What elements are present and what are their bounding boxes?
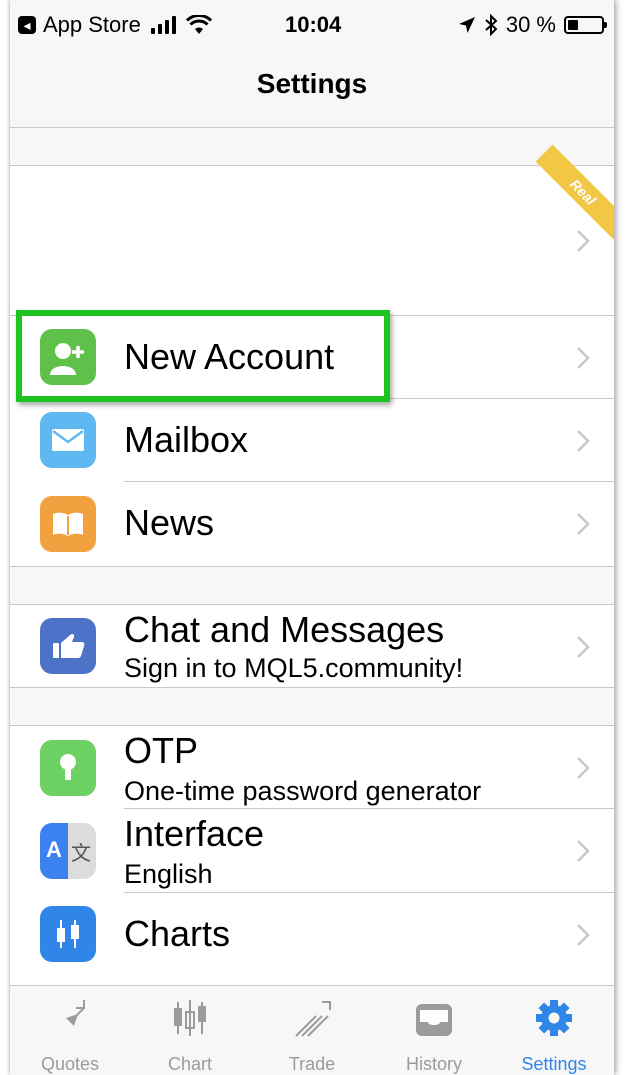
- charts-label: Charts: [124, 913, 231, 954]
- settings-group-tools: OTP One-time password generator A 文 Inte…: [10, 725, 614, 986]
- quotes-arrows-icon: [56, 1000, 85, 1036]
- chevron-right-icon: [577, 230, 590, 252]
- wifi-icon: [185, 15, 212, 34]
- gear-icon: [536, 1000, 572, 1036]
- otp-row[interactable]: OTP One-time password generator: [10, 726, 614, 809]
- settings-group-community: Chat and Messages Sign in to MQL5.commun…: [10, 604, 614, 688]
- status-time: 10:04: [285, 12, 342, 37]
- chat-messages-subtitle: Sign in to MQL5.community!: [124, 653, 464, 683]
- chevron-right-icon: [577, 757, 590, 779]
- news-row[interactable]: News: [10, 482, 614, 566]
- language-icon: A 文: [40, 823, 96, 879]
- mailbox-row[interactable]: Mailbox: [10, 399, 614, 482]
- otp-label: OTP: [124, 730, 199, 771]
- chevron-right-icon: [577, 430, 590, 452]
- tab-bar: Quotes Chart Trade History Settings: [10, 985, 614, 1075]
- mailbox-label: Mailbox: [124, 419, 249, 460]
- cellular-signal-icon: [150, 16, 176, 34]
- tab-chart-label: Chart: [167, 1054, 212, 1074]
- page-title: Settings: [256, 68, 368, 99]
- bluetooth-icon: [485, 14, 498, 36]
- tab-chart[interactable]: Chart: [130, 986, 250, 1075]
- tab-quotes-label: Quotes: [40, 1054, 100, 1074]
- real-account-badge: Real: [535, 144, 614, 240]
- back-to-app[interactable]: ◂ App Store: [18, 12, 212, 38]
- new-account-highlight: [16, 310, 390, 402]
- interface-row[interactable]: A 文 Interface English: [10, 809, 614, 893]
- candlestick-icon: [40, 906, 96, 962]
- interface-subtitle: English: [124, 859, 213, 889]
- chat-messages-label: Chat and Messages: [124, 609, 445, 650]
- tab-trade[interactable]: Trade: [252, 986, 372, 1075]
- location-arrow-icon: [458, 17, 475, 33]
- mail-icon: [40, 412, 96, 468]
- book-icon: [40, 496, 96, 552]
- battery-icon: [564, 16, 607, 34]
- chevron-right-icon: [577, 924, 590, 946]
- chevron-right-icon: [577, 636, 590, 658]
- chevron-right-icon: [577, 347, 590, 369]
- candlestick-tab-icon: [174, 1000, 206, 1036]
- tab-settings-label: Settings: [521, 1054, 587, 1074]
- account-row[interactable]: Real: [10, 144, 614, 316]
- status-right: 30 %: [458, 12, 607, 38]
- tab-trade-label: Trade: [288, 1054, 336, 1074]
- tab-history[interactable]: History: [374, 986, 494, 1075]
- charts-row[interactable]: Charts: [10, 893, 614, 976]
- otp-subtitle: One-time password generator: [124, 776, 482, 806]
- thumbs-up-icon: [40, 618, 96, 674]
- chevron-right-icon: [577, 513, 590, 535]
- back-app-label: App Store: [43, 12, 141, 37]
- nav-divider: [10, 127, 614, 128]
- tab-quotes[interactable]: Quotes: [10, 986, 130, 1075]
- chat-messages-row[interactable]: Chat and Messages Sign in to MQL5.commun…: [10, 605, 614, 687]
- battery-percent: 30 %: [505, 12, 556, 37]
- inbox-tray-icon: [416, 1004, 452, 1036]
- key-icon: [40, 740, 96, 796]
- chevron-right-icon: [577, 840, 590, 862]
- trade-trend-icon: [295, 1001, 331, 1037]
- interface-label: Interface: [124, 813, 265, 854]
- status-bar: ◂ App Store 10:04 30 %: [10, 0, 614, 52]
- tab-history-label: History: [405, 1054, 462, 1074]
- news-label: News: [124, 502, 215, 543]
- back-arrow-icon: ◂: [18, 16, 36, 34]
- tab-settings[interactable]: Settings: [494, 986, 614, 1075]
- phone-screen: ◂ App Store 10:04 30 % Settings Real New…: [10, 0, 614, 1075]
